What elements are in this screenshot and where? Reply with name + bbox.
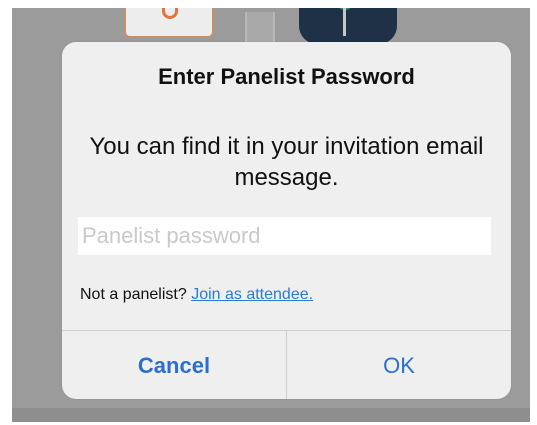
dialog-message: You can find it in your invitation email… — [89, 133, 484, 191]
panelist-password-dialog: Enter Panelist Password You can find it … — [62, 42, 511, 399]
panelist-password-input[interactable] — [78, 217, 491, 255]
join-as-attendee-link[interactable]: Join as attendee. — [191, 286, 313, 303]
attendee-prompt-line: Not a panelist? Join as attendee. — [80, 286, 313, 304]
background-strip — [12, 408, 530, 422]
background-tie-icon — [343, 8, 346, 36]
dialog-title: Enter Panelist Password — [158, 64, 415, 89]
dialog-button-row: Cancel OK — [62, 330, 511, 399]
background-person-illustration — [299, 8, 397, 44]
background-cup-icon — [245, 12, 275, 44]
screen: Enter Panelist Password You can find it … — [0, 0, 537, 425]
background-mark-icon — [162, 8, 178, 19]
cancel-button[interactable]: Cancel — [62, 331, 287, 399]
attendee-prompt-text: Not a panelist? — [80, 286, 192, 303]
background-illustration-card — [124, 8, 214, 38]
ok-button[interactable]: OK — [287, 331, 511, 399]
